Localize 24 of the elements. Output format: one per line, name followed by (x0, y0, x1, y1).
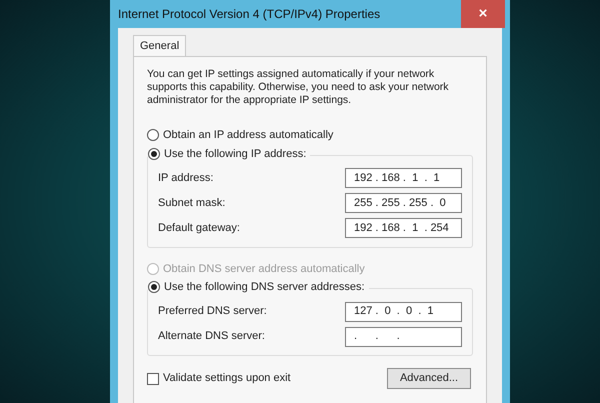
field-label: Default gateway: (158, 220, 240, 236)
radio-label: Use the following IP address: (164, 146, 306, 162)
ip-address-field[interactable]: 192 . 168 . 1 . 1 (345, 168, 462, 188)
radio-label: Obtain DNS server address automatically (163, 262, 365, 276)
ip-address-field[interactable]: . . . (345, 326, 462, 346)
radio-button[interactable] (148, 281, 160, 294)
checkbox[interactable] (147, 372, 159, 384)
field-label: Alternate DNS server: (158, 329, 265, 344)
radio-button[interactable] (147, 129, 159, 142)
field-label: IP address: (158, 170, 214, 186)
checkbox-label: Validate settings upon exit (163, 371, 291, 386)
ip-address-field[interactable]: 192 . 168 . 1 . 254 (345, 218, 462, 238)
intro-text: You can get IP settings assigned automatically if your network supports this capability. Otherwise, you need to ask your network administrator for the appropriate IP settings. (147, 68, 450, 107)
radio-label: Obtain an IP address automatically (163, 128, 334, 143)
radio-label: Use the following DNS server addresses: (164, 280, 365, 295)
radio-button[interactable] (148, 148, 160, 160)
field-label: Subnet mask: (158, 196, 226, 211)
tab[interactable]: General (133, 35, 186, 56)
window-title: Internet Protocol Version 4 (TCP/IPv4) Properties (118, 6, 380, 23)
ip-address-field[interactable]: 127 . 0 . 0 . 1 (345, 302, 462, 322)
advanced-button[interactable]: Advanced... (387, 368, 471, 389)
field-label: Preferred DNS server: (158, 304, 267, 320)
close-button[interactable]: × (461, 0, 505, 28)
ip-address-field[interactable]: 255 . 255 . 255 . 0 (345, 193, 462, 213)
